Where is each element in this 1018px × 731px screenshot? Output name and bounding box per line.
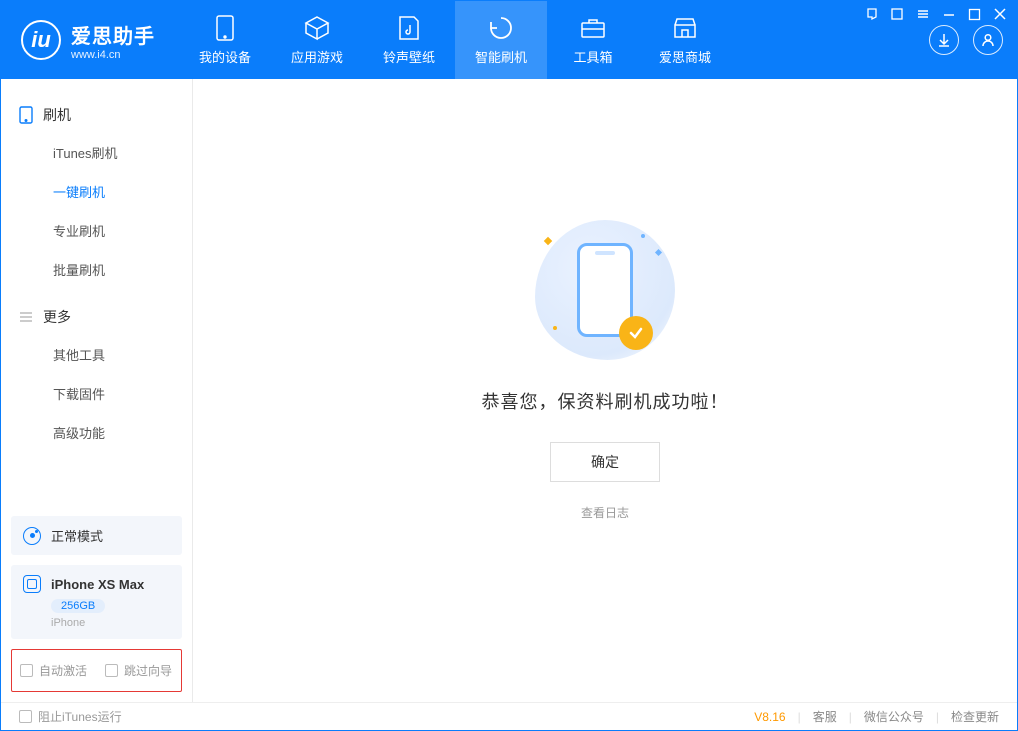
cube-icon [303, 14, 331, 42]
version-label: V8.16 [754, 710, 785, 724]
tab-flash[interactable]: 智能刷机 [455, 1, 547, 79]
category-label: 更多 [43, 307, 71, 327]
options-highlight-box: 自动激活 跳过向导 [11, 649, 182, 692]
checkbox-block-itunes[interactable]: 阻止iTunes运行 [19, 708, 122, 725]
header: iu 爱思助手 www.i4.cn 我的设备 应用游戏 铃声壁纸 智能刷机 工具… [1, 1, 1017, 79]
mode-label: 正常模式 [51, 526, 103, 545]
toolbox-icon [579, 14, 607, 42]
download-button[interactable] [929, 25, 959, 55]
sidebar-item-batch-flash[interactable]: 批量刷机 [1, 250, 192, 289]
checkbox-auto-activate[interactable]: 自动激活 [20, 662, 87, 679]
nav-tabs: 我的设备 应用游戏 铃声壁纸 智能刷机 工具箱 爱思商城 [179, 1, 731, 79]
app-url: www.i4.cn [71, 49, 155, 61]
sidebar-item-itunes-flash[interactable]: iTunes刷机 [1, 133, 192, 172]
feedback-icon[interactable] [864, 7, 878, 21]
device-type: iPhone [51, 617, 170, 629]
sidebar-item-advanced[interactable]: 高级功能 [1, 413, 192, 452]
success-illustration [535, 220, 675, 360]
ok-button[interactable]: 确定 [550, 442, 660, 482]
window-controls [864, 7, 1007, 21]
checkbox-skip-guide[interactable]: 跳过向导 [105, 662, 172, 679]
store-icon [671, 14, 699, 42]
sidebar-item-oneclick-flash[interactable]: 一键刷机 [1, 172, 192, 211]
phone-icon [211, 14, 239, 42]
checkbox-icon [19, 710, 32, 723]
refresh-shield-icon [487, 14, 515, 42]
footer-link-update[interactable]: 检查更新 [951, 708, 999, 725]
footer: 阻止iTunes运行 V8.16 | 客服 | 微信公众号 | 检查更新 [1, 702, 1017, 730]
category-more[interactable]: 更多 [1, 299, 192, 335]
device-icon [19, 106, 33, 124]
music-file-icon [395, 14, 423, 42]
footer-link-support[interactable]: 客服 [813, 708, 837, 725]
device-phone-icon [23, 575, 41, 593]
sidebar-item-pro-flash[interactable]: 专业刷机 [1, 211, 192, 250]
tab-ringtone[interactable]: 铃声壁纸 [363, 1, 455, 79]
success-check-icon [619, 316, 653, 350]
device-name: iPhone XS Max [51, 577, 144, 592]
user-button[interactable] [973, 25, 1003, 55]
logo-area[interactable]: iu 爱思助手 www.i4.cn [1, 1, 179, 79]
success-message: 恭喜您，保资料刷机成功啦！ [482, 388, 729, 414]
app-title: 爱思助手 [71, 20, 155, 49]
sidebar: 刷机 iTunes刷机 一键刷机 专业刷机 批量刷机 更多 其他工具 下载固件 … [1, 79, 193, 702]
device-capacity: 256GB [51, 599, 105, 613]
minimize-button[interactable] [942, 7, 956, 21]
tab-apps[interactable]: 应用游戏 [271, 1, 363, 79]
tab-device[interactable]: 我的设备 [179, 1, 271, 79]
category-flash[interactable]: 刷机 [1, 97, 192, 133]
app-logo-icon: iu [21, 20, 61, 60]
checkbox-icon [105, 664, 118, 677]
main-content: 恭喜您，保资料刷机成功啦！ 确定 查看日志 [193, 79, 1017, 702]
device-card[interactable]: iPhone XS Max 256GB iPhone [11, 565, 182, 639]
list-icon [19, 310, 33, 324]
tab-tools[interactable]: 工具箱 [547, 1, 639, 79]
menu-icon[interactable] [916, 7, 930, 21]
view-log-link[interactable]: 查看日志 [581, 504, 629, 521]
close-button[interactable] [993, 7, 1007, 21]
mode-card[interactable]: 正常模式 [11, 516, 182, 555]
checkbox-icon [20, 664, 33, 677]
category-label: 刷机 [43, 105, 71, 125]
sidebar-item-firmware[interactable]: 下载固件 [1, 374, 192, 413]
tab-store[interactable]: 爱思商城 [639, 1, 731, 79]
mode-icon [23, 527, 41, 545]
skin-icon[interactable] [890, 7, 904, 21]
footer-link-wechat[interactable]: 微信公众号 [864, 708, 924, 725]
sidebar-item-other-tools[interactable]: 其他工具 [1, 335, 192, 374]
maximize-button[interactable] [968, 8, 981, 21]
